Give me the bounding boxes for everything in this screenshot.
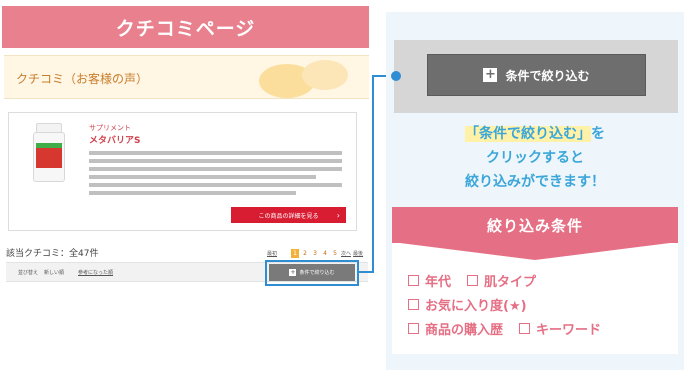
- highlight-frame: [265, 260, 359, 286]
- chevron-right-icon: ›: [336, 210, 340, 220]
- product-description-line: [89, 167, 342, 171]
- pager-page[interactable]: 3: [311, 249, 319, 258]
- checkbox-icon: [408, 274, 419, 286]
- instruction-text: 「条件で絞り込む」を クリックすると 絞り込みができます！: [465, 126, 605, 190]
- callout-connector: [359, 271, 374, 273]
- callout-panel: + 条件で絞り込む 「条件で絞り込む」を クリックすると 絞り込みができます！ …: [386, 12, 684, 370]
- page-header: クチコミページ: [2, 6, 369, 48]
- pager-last[interactable]: 最後: [353, 250, 363, 257]
- sort-newest[interactable]: 新しい順: [44, 269, 64, 276]
- sort-helpful[interactable]: 参考になった順: [78, 269, 113, 276]
- condition-age[interactable]: 年代: [408, 271, 451, 290]
- speech-bubble-icon: [302, 60, 348, 90]
- plus-icon: +: [483, 67, 498, 82]
- pager-page[interactable]: 5: [331, 249, 339, 258]
- filter-button-area: + 条件で絞り込む: [394, 40, 678, 113]
- checkbox-icon: [408, 322, 419, 334]
- callout-dot: [391, 71, 401, 81]
- condition-favorite-rating[interactable]: お気に入り度(★): [408, 295, 527, 314]
- pager-next[interactable]: 次へ: [341, 250, 351, 257]
- instruction-highlight: 「条件で絞り込む」: [465, 126, 591, 142]
- checkbox-icon: [519, 322, 531, 334]
- conditions-list: 年代 肌タイプ お気に入り度(★) 商品の購入歴 キーワード: [408, 268, 601, 340]
- conditions-title: 絞り込み条件: [392, 207, 678, 243]
- pager-page[interactable]: 4: [321, 249, 329, 258]
- product-description-line: [89, 183, 342, 187]
- mock-review-page: クチコミページ クチコミ（お客様の声） サプリメント メタバリアS この商品の詳…: [0, 0, 378, 380]
- banner-title: クチコミ（お客様の声）: [16, 72, 149, 86]
- customer-voice-banner: クチコミ（お客様の声）: [4, 55, 369, 99]
- pagination: 最初 1 2 3 4 5 次へ 最後: [267, 248, 363, 258]
- product-card: サプリメント メタバリアS この商品の詳細を見る ›: [8, 112, 357, 231]
- pager-page[interactable]: 2: [301, 249, 309, 258]
- product-description-line: [89, 151, 342, 155]
- product-bottle-image: [31, 123, 67, 185]
- checkbox-icon: [408, 298, 419, 310]
- callout-connector: [372, 76, 374, 273]
- pager-first[interactable]: 最初: [267, 250, 277, 257]
- condition-keyword[interactable]: キーワード: [519, 319, 601, 338]
- condition-purchase-history[interactable]: 商品の購入歴: [408, 319, 503, 338]
- review-count: 該当クチコミ：全47件: [6, 249, 99, 259]
- sort-label: 並び替え: [18, 270, 39, 276]
- conditions-arrow: [392, 242, 678, 260]
- checkbox-icon: [467, 274, 479, 286]
- product-category: サプリメント: [89, 124, 131, 132]
- product-description-line: [89, 159, 342, 163]
- product-description-line: [89, 191, 296, 195]
- product-description-line: [89, 175, 316, 179]
- product-detail-button[interactable]: この商品の詳細を見る ›: [231, 207, 346, 223]
- pager-page[interactable]: 1: [291, 248, 300, 258]
- product-name: メタバリアS: [89, 136, 141, 146]
- filter-button-large[interactable]: + 条件で絞り込む: [427, 54, 646, 96]
- condition-skin-type[interactable]: 肌タイプ: [467, 271, 536, 290]
